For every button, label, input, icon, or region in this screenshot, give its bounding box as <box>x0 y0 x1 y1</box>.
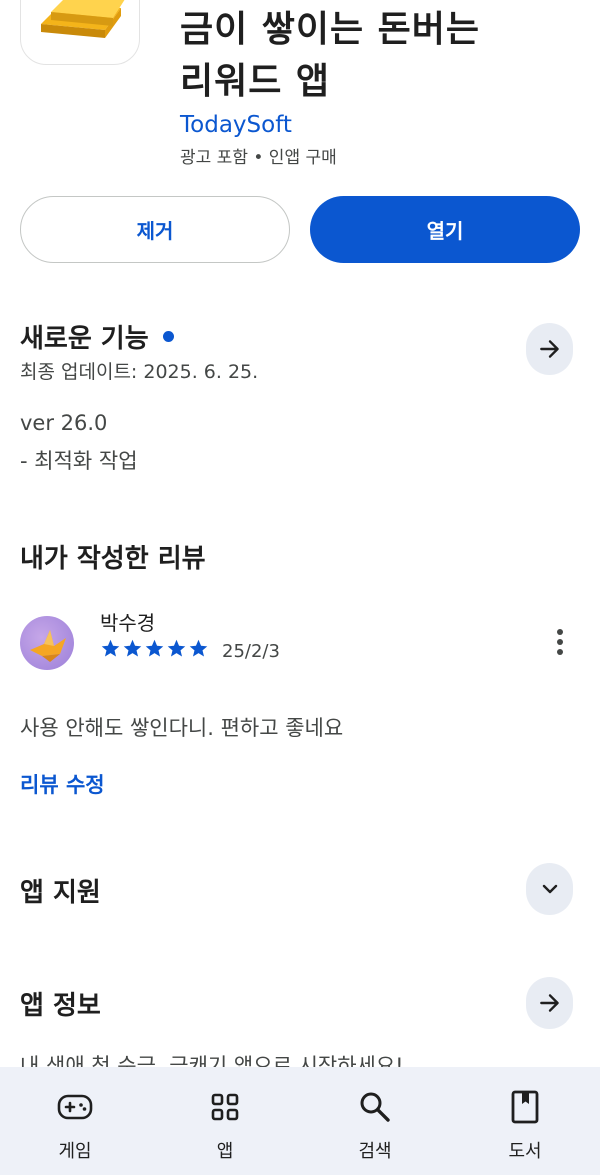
developer-link[interactable]: TodaySoft <box>180 112 292 138</box>
review-more-options-button[interactable] <box>548 624 572 660</box>
star-icon <box>167 639 186 657</box>
app-meta: 광고 포함 • 인앱 구매 <box>180 148 337 168</box>
app-details-page: 금이 쌓이는 돈버는 리워드 앱 TodaySoft 광고 포함 • 인앱 구매… <box>0 0 600 1175</box>
star-icon <box>145 639 164 657</box>
nav-item-games[interactable]: 게임 <box>0 1067 150 1175</box>
open-button[interactable]: 열기 <box>310 196 580 263</box>
app-icon <box>20 0 140 65</box>
app-info-arrow-button[interactable] <box>526 977 573 1029</box>
version-text: ver 26.0 <box>20 411 108 435</box>
arrow-right-icon <box>539 340 559 358</box>
nav-label-apps: 앱 <box>216 1141 234 1162</box>
book-icon <box>507 1089 543 1125</box>
nav-label-books: 도서 <box>508 1141 542 1162</box>
chevron-down-icon <box>542 884 557 894</box>
star-rating <box>100 638 209 659</box>
app-support-heading[interactable]: 앱 지원 <box>20 872 101 909</box>
app-title-line-1: 금이 쌓이는 돈버는 <box>180 9 481 50</box>
app-support-expand-button[interactable] <box>526 863 573 915</box>
last-updated: 최종 업데이트: 2025. 6. 25. <box>20 361 259 383</box>
arrow-right-icon <box>539 994 559 1012</box>
search-icon <box>357 1089 393 1125</box>
whats-new-heading[interactable]: 새로운 기능 <box>20 318 174 355</box>
bottom-navigation: 게임 앱 검색 도서 <box>0 1067 600 1175</box>
edit-review-link[interactable]: 리뷰 수정 <box>20 769 105 799</box>
star-icon <box>101 639 120 657</box>
avatar <box>20 616 74 670</box>
whats-new-title: 새로운 기능 <box>20 324 149 354</box>
review-date: 25/2/3 <box>222 641 280 662</box>
gamepad-icon <box>57 1089 93 1125</box>
star-icon <box>189 639 208 657</box>
app-title-line-2: 리워드 앱 <box>180 61 331 102</box>
release-notes: - 최적화 작업 <box>20 449 138 473</box>
nav-item-search[interactable]: 검색 <box>300 1067 450 1175</box>
apps-grid-icon <box>207 1089 243 1125</box>
nav-label-games: 게임 <box>58 1141 92 1162</box>
star-icon <box>123 639 142 657</box>
app-title: 금이 쌓이는 돈버는 리워드 앱 <box>180 4 480 108</box>
review-text: 사용 안해도 쌓인다니. 편하고 좋네요 <box>20 716 344 740</box>
origami-crane-icon <box>30 630 66 662</box>
whats-new-arrow-button[interactable] <box>526 323 573 375</box>
gold-bars-icon <box>41 0 125 38</box>
uninstall-button[interactable]: 제거 <box>20 196 290 263</box>
my-review-heading: 내가 작성한 리뷰 <box>20 544 206 574</box>
nav-item-apps[interactable]: 앱 <box>150 1067 300 1175</box>
reviewer-name: 박수경 <box>100 611 156 635</box>
more-vert-icon <box>557 629 563 635</box>
nav-label-search: 검색 <box>358 1141 392 1162</box>
nav-item-books[interactable]: 도서 <box>450 1067 600 1175</box>
new-indicator-dot <box>162 331 174 342</box>
app-info-heading[interactable]: 앱 정보 <box>20 985 101 1022</box>
